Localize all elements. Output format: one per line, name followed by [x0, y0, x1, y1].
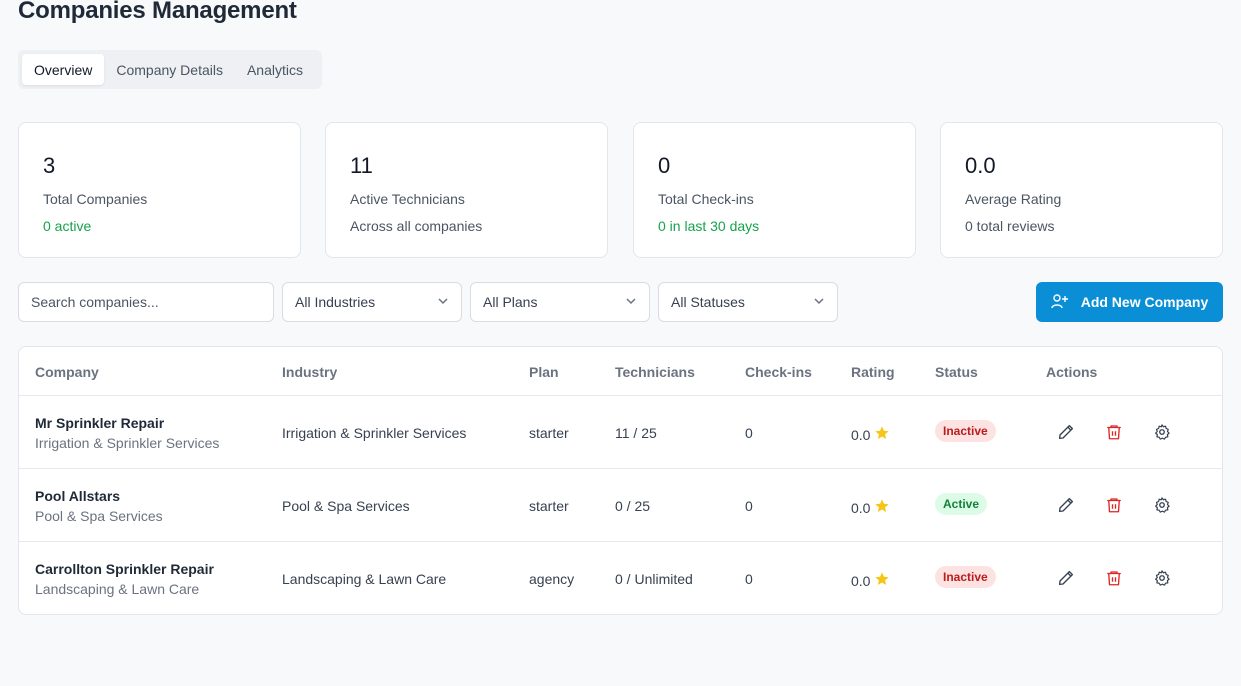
stat-card-total-companies: 3 Total Companies 0 active: [18, 122, 301, 258]
table-row: Carrollton Sprinkler Repair Landscaping …: [19, 542, 1222, 614]
header-actions: Actions: [1046, 364, 1098, 380]
pencil-icon[interactable]: [1056, 568, 1076, 588]
user-plus-icon: [1051, 293, 1069, 312]
company-checkins: 0: [745, 498, 753, 514]
company-rating: 0.0: [851, 571, 890, 590]
industry-select-value: All Industries: [295, 294, 376, 310]
stat-value: 0.0: [965, 153, 996, 178]
stat-card-active-technicians: 11 Active Technicians Across all compani…: [325, 122, 608, 258]
search-input[interactable]: [18, 282, 274, 322]
tab-analytics[interactable]: Analytics: [235, 54, 315, 85]
header-rating: Rating: [851, 364, 895, 380]
company-name: Carrollton Sprinkler Repair: [35, 561, 214, 577]
stat-label: Active Technicians: [350, 191, 465, 207]
star-icon: [874, 425, 890, 444]
company-name: Mr Sprinkler Repair: [35, 415, 165, 431]
status-badge: Active: [935, 493, 988, 515]
header-checkins: Check-ins: [745, 364, 812, 380]
table-header: Company Industry Plan Technicians Check-…: [19, 347, 1222, 396]
industry-select[interactable]: All Industries: [282, 282, 462, 322]
page-title: Companies Management: [18, 0, 297, 24]
header-industry: Industry: [282, 364, 338, 380]
company-technicians: 0 / 25: [615, 498, 651, 514]
company-rating: 0.0: [851, 498, 890, 517]
companies-table: Company Industry Plan Technicians Check-…: [18, 346, 1223, 615]
header-status: Status: [935, 364, 978, 380]
stats-row: 3 Total Companies 0 active 11 Active Tec…: [18, 122, 1223, 258]
pencil-icon[interactable]: [1056, 422, 1076, 442]
stat-card-average-rating: 0.0 Average Rating 0 total reviews: [940, 122, 1223, 258]
trash-icon[interactable]: [1104, 568, 1124, 588]
chevron-down-icon: [625, 294, 637, 310]
pencil-icon[interactable]: [1056, 495, 1076, 515]
stat-value: 0: [658, 153, 671, 178]
tab-bar: Overview Company Details Analytics: [18, 50, 322, 89]
company-plan: starter: [529, 425, 569, 441]
stat-card-total-checkins: 0 Total Check-ins 0 in last 30 days: [633, 122, 916, 258]
company-subtitle: Landscaping & Lawn Care: [35, 581, 200, 597]
company-subtitle: Pool & Spa Services: [35, 508, 163, 524]
company-checkins: 0: [745, 571, 753, 587]
filter-bar: All Industries All Plans All Statuses Ad…: [18, 282, 1223, 322]
company-technicians: 0 / Unlimited: [615, 571, 693, 587]
star-icon: [874, 498, 890, 517]
stat-subtext: 0 total reviews: [965, 218, 1055, 234]
add-company-label: Add New Company: [1080, 294, 1209, 310]
header-technicians: Technicians: [615, 364, 695, 380]
company-name: Pool Allstars: [35, 488, 121, 504]
gear-icon[interactable]: [1152, 568, 1172, 588]
stat-label: Total Check-ins: [658, 191, 754, 207]
rating-value: 0.0: [851, 572, 871, 589]
company-subtitle: Irrigation & Sprinkler Services: [35, 435, 220, 451]
gear-icon[interactable]: [1152, 422, 1172, 442]
company-industry: Irrigation & Sprinkler Services: [282, 425, 467, 441]
company-plan: agency: [529, 571, 575, 587]
company-industry: Landscaping & Lawn Care: [282, 571, 447, 587]
stat-subtext: 0 active: [43, 218, 92, 234]
header-company: Company: [35, 364, 99, 380]
plan-select[interactable]: All Plans: [470, 282, 650, 322]
status-badge: Inactive: [935, 420, 996, 442]
star-icon: [874, 571, 890, 590]
company-industry: Pool & Spa Services: [282, 498, 410, 514]
company-plan: starter: [529, 498, 569, 514]
stat-subtext: 0 in last 30 days: [658, 218, 760, 234]
status-select[interactable]: All Statuses: [658, 282, 838, 322]
status-badge-wrapper: Inactive: [935, 566, 996, 588]
trash-icon[interactable]: [1104, 495, 1124, 515]
gear-icon[interactable]: [1152, 495, 1172, 515]
stat-value: 3: [43, 153, 56, 178]
rating-value: 0.0: [851, 499, 871, 516]
rating-value: 0.0: [851, 426, 871, 443]
table-row: Mr Sprinkler Repair Irrigation & Sprinkl…: [19, 396, 1222, 469]
chevron-down-icon: [813, 294, 825, 310]
status-badge: Inactive: [935, 566, 996, 588]
add-company-button[interactable]: Add New Company: [1036, 282, 1223, 322]
table-row: Pool Allstars Pool & Spa Services Pool &…: [19, 469, 1222, 542]
header-plan: Plan: [529, 364, 559, 380]
status-badge-wrapper: Inactive: [935, 420, 996, 442]
trash-icon[interactable]: [1104, 422, 1124, 442]
plan-select-value: All Plans: [483, 294, 538, 310]
stat-label: Average Rating: [965, 191, 1062, 207]
stat-subtext: Across all companies: [350, 218, 483, 234]
stat-label: Total Companies: [43, 191, 148, 207]
stat-value: 11: [350, 153, 373, 178]
company-technicians: 11 / 25: [615, 425, 657, 441]
company-rating: 0.0: [851, 425, 890, 444]
chevron-down-icon: [437, 294, 449, 310]
company-checkins: 0: [745, 425, 753, 441]
status-badge-wrapper: Active: [935, 493, 988, 515]
status-select-value: All Statuses: [671, 294, 745, 310]
tab-company-details[interactable]: Company Details: [104, 54, 235, 85]
tab-overview[interactable]: Overview: [22, 54, 105, 85]
